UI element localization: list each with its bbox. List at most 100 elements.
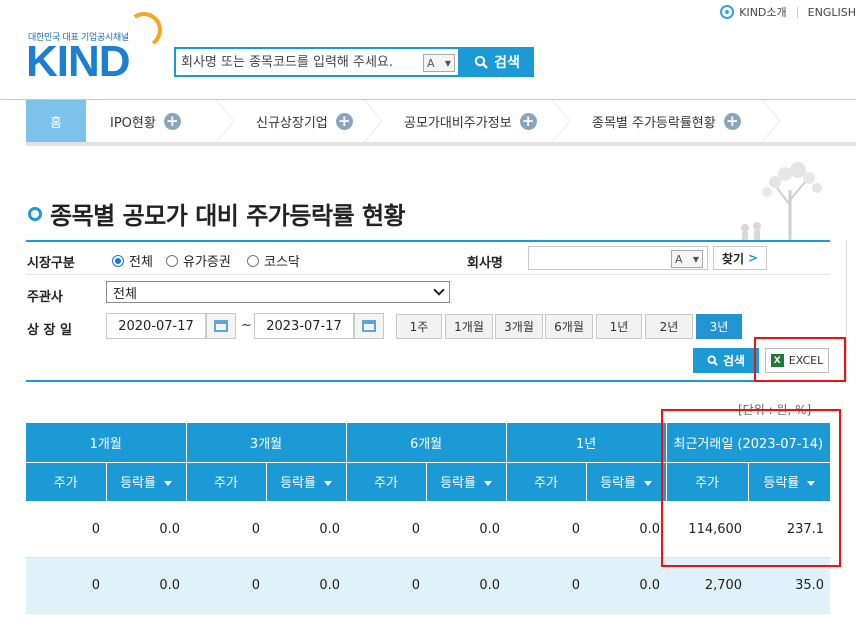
sort-down-icon[interactable] (163, 481, 172, 486)
keyboard-label: A (427, 56, 435, 70)
plus-icon[interactable]: + (163, 112, 181, 130)
column-header-rate-label: 등락률 (280, 476, 316, 491)
column-group-1y: 1년 (506, 423, 667, 463)
radio-market-kosdaq[interactable]: 코스닥 (247, 251, 300, 270)
globe-icon (720, 5, 735, 19)
column-header-rate[interactable]: 등락률 (586, 462, 667, 502)
column-header-price: 주가 (346, 462, 427, 502)
link-english[interactable]: ENGLISH (808, 6, 856, 19)
period-3y-button[interactable]: 3년 (696, 314, 742, 339)
nav-item-offer-price[interactable]: 공모가대비주가정보 + (380, 100, 570, 142)
sort-down-icon[interactable] (483, 481, 492, 486)
column-group-3m: 3개월 (186, 423, 347, 463)
nav-item-label: 공모가대비주가정보 (404, 115, 512, 131)
radio-button-selected[interactable] (112, 254, 124, 267)
column-header-rate[interactable]: 등락률 (266, 462, 347, 502)
column-group-1m: 1개월 (26, 423, 187, 463)
period-3m-button[interactable]: 3개월 (495, 314, 543, 339)
table-cell: 0 (186, 501, 267, 558)
divider (796, 6, 798, 18)
form-row-divider (26, 274, 830, 275)
sort-down-icon[interactable] (323, 481, 332, 486)
search-input[interactable] (181, 54, 411, 70)
company-input[interactable]: A ▼ (528, 246, 708, 270)
table-cell: 0 (506, 501, 587, 558)
column-header-rate-label: 등락률 (600, 476, 636, 491)
period-1y-button[interactable]: 1년 (596, 314, 642, 339)
table-cell: 0.0 (266, 501, 347, 558)
column-header-rate-label: 등락률 (440, 476, 476, 491)
link-kind-intro[interactable]: KIND소개 (739, 4, 786, 20)
page-title: 종목별 공모가 대비 주가등락률 현황 (28, 196, 406, 231)
plus-icon[interactable]: + (723, 112, 741, 130)
listing-date-label: 상 장 일 (27, 323, 72, 338)
radio-market-kospi[interactable]: 유가증권 (166, 251, 231, 270)
nav-item-label: IPO현황 (110, 115, 156, 131)
nav-home[interactable]: 홈 (26, 100, 86, 142)
column-header-rate[interactable]: 등락률 (106, 462, 187, 502)
calendar-icon[interactable] (354, 313, 384, 339)
company-label: 회사명 (467, 256, 503, 271)
table-cell: 0 (26, 501, 106, 558)
kind-logo[interactable]: 대한민국 대표 기업공시채널 KIND (26, 9, 165, 84)
virtual-keyboard-toggle[interactable]: A ▼ (423, 54, 455, 72)
table-cell: 0.0 (426, 501, 507, 558)
sort-down-icon[interactable] (644, 481, 652, 486)
chevron-down-icon: ▼ (444, 58, 451, 68)
table-cell: 0 (186, 557, 267, 614)
query-search-button[interactable]: 검색 (693, 348, 759, 373)
table-cell: 0 (506, 557, 587, 614)
market-label: 시장구분 (27, 256, 75, 271)
nav-item-new-listing[interactable]: 신규상장기업 + (232, 100, 382, 142)
highlight-box-latest (661, 409, 841, 567)
nav-item-price-change[interactable]: 종목별 주가등락률현황 + (568, 100, 780, 142)
highlight-box-excel (754, 337, 846, 382)
logo-text: KIND (26, 37, 131, 86)
table-cell: 0.0 (426, 557, 507, 614)
chevron-down-icon (433, 284, 445, 296)
radio-label: 전체 (129, 255, 153, 270)
query-search-label: 검색 (722, 354, 746, 368)
period-1m-button[interactable]: 1개월 (445, 314, 493, 339)
radio-button[interactable] (166, 254, 178, 267)
find-button-label: 찾기 (721, 251, 745, 266)
title-bullet-icon (28, 206, 42, 221)
manager-select[interactable]: 전체 (106, 281, 450, 303)
table-cell: 0 (346, 501, 427, 558)
chevron-right-icon: > (748, 251, 759, 265)
search-icon (474, 55, 488, 69)
column-header-rate-label: 등락률 (120, 476, 156, 491)
manager-select-value: 전체 (113, 286, 137, 302)
period-2y-button[interactable]: 2년 (645, 314, 693, 339)
breadcrumb-nav: 홈 IPO현황 + 신규상장기업 + 공모가대비주가정보 + 종목별 주가등락률… (26, 100, 856, 142)
period-1w-button[interactable]: 1주 (396, 314, 442, 339)
column-group-6m: 6개월 (346, 423, 507, 463)
period-6m-button[interactable]: 6개월 (545, 314, 593, 339)
side-border (846, 240, 847, 380)
column-header-price: 주가 (506, 462, 587, 502)
radio-button[interactable] (247, 254, 259, 267)
date-from-input[interactable]: 2020-07-17 (106, 313, 206, 339)
virtual-keyboard-toggle[interactable]: A ▼ (671, 250, 703, 268)
keyboard-label: A (675, 252, 683, 266)
radio-label: 유가증권 (183, 255, 231, 270)
date-to-input[interactable]: 2023-07-17 (254, 313, 354, 339)
plus-icon[interactable]: + (335, 112, 353, 130)
date-separator: ~ (241, 318, 252, 333)
column-header-rate[interactable]: 등락률 (426, 462, 507, 502)
title-divider (26, 240, 830, 242)
calendar-icon[interactable] (206, 313, 236, 339)
nav-item-label: 종목별 주가등락률현황 (592, 115, 716, 131)
nav-bottom-border (26, 142, 856, 146)
utility-links: KIND소개 ENGLISH (720, 4, 856, 20)
find-button[interactable]: 찾기 > (713, 246, 767, 270)
radio-market-all[interactable]: 전체 (112, 251, 153, 270)
nav-item-ipo[interactable]: IPO현황 + (86, 100, 234, 142)
tree-illustration-icon (741, 162, 822, 240)
table-cell: 0.0 (106, 501, 187, 558)
table-cell: 0.0 (266, 557, 347, 614)
column-header-price: 주가 (186, 462, 267, 502)
search-button[interactable]: 검색 (460, 47, 534, 77)
plus-icon[interactable]: + (519, 112, 537, 130)
form-divider (26, 380, 830, 382)
